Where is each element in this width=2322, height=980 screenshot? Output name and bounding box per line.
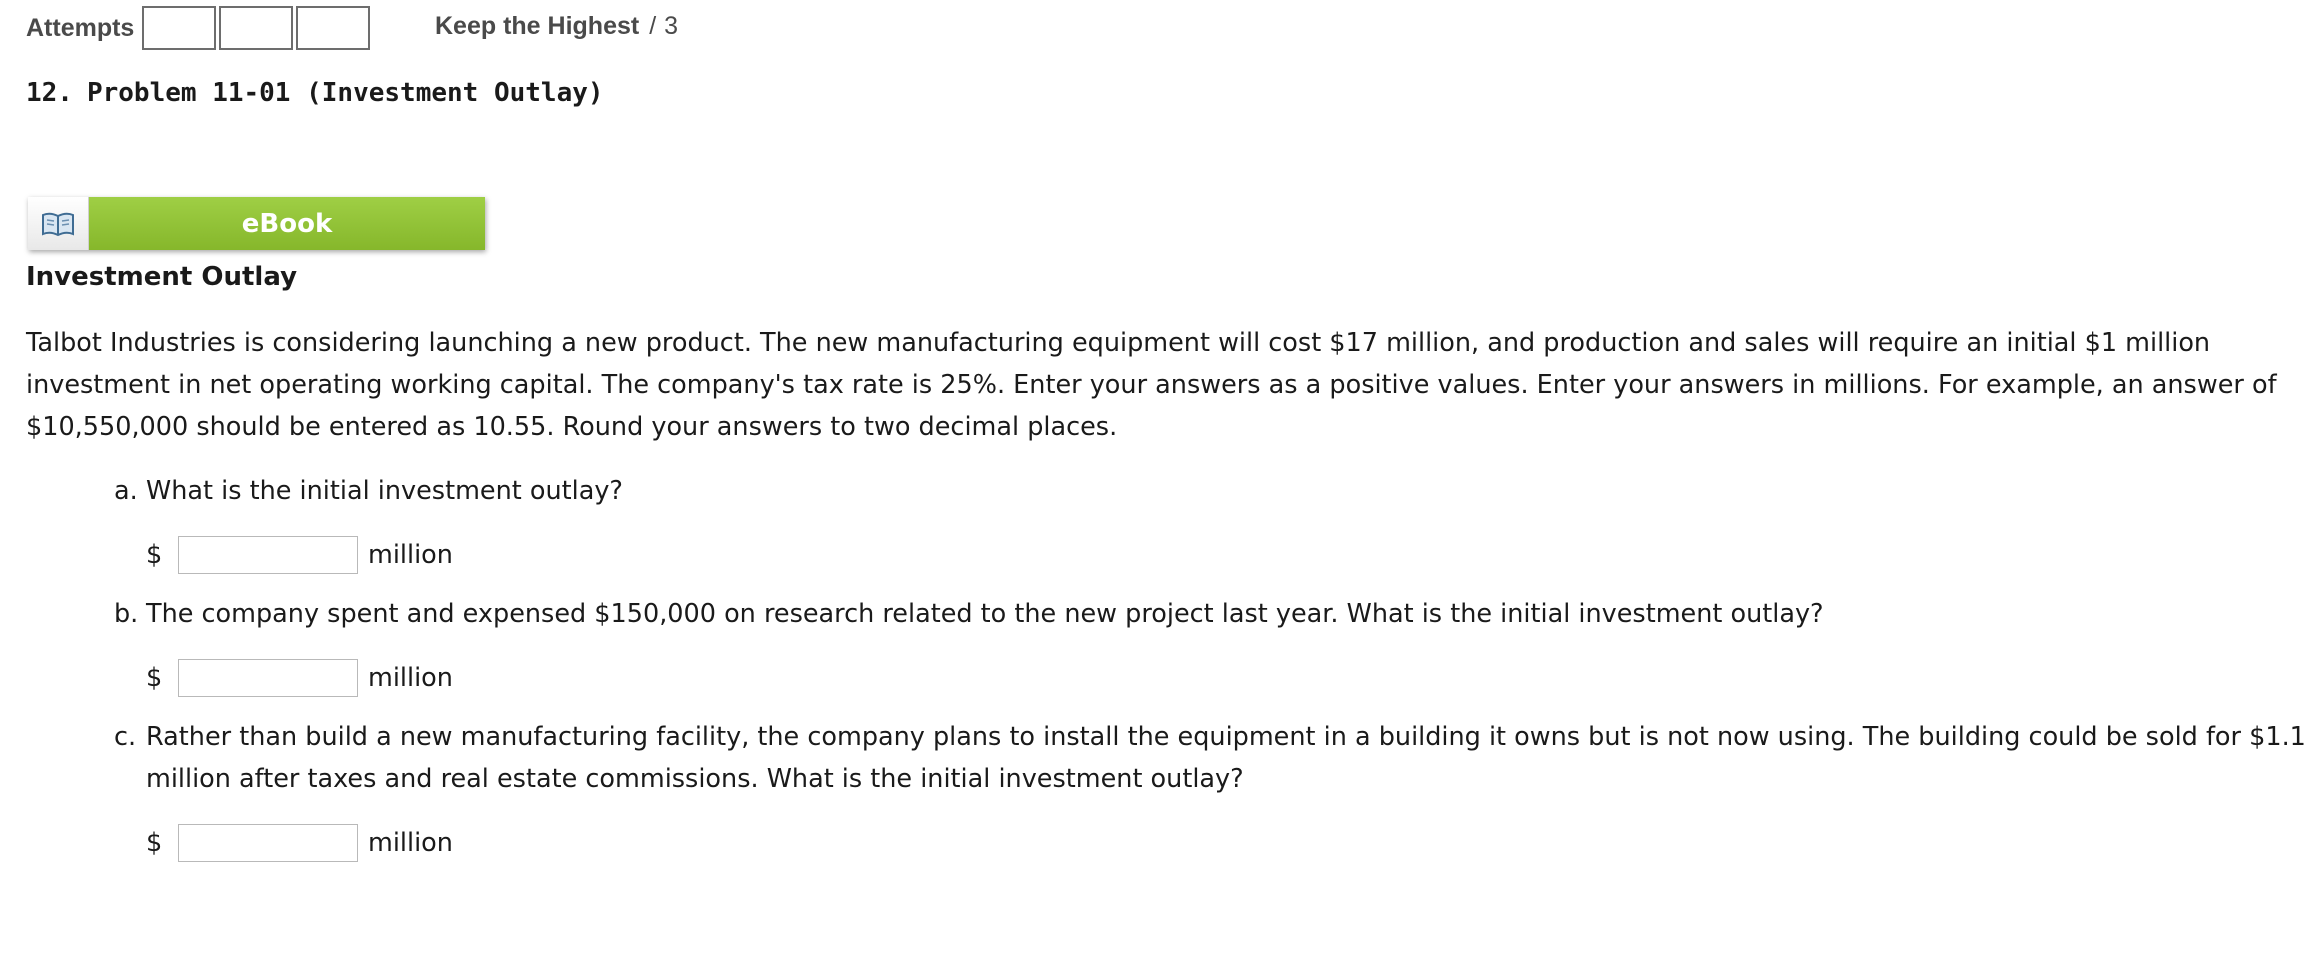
question-text: The company spent and expensed $150,000 …: [146, 599, 1824, 629]
attempts-label: Attempts: [26, 13, 135, 42]
attempt-box-2: [219, 6, 294, 50]
answer-input-b[interactable]: [178, 659, 358, 697]
currency-symbol: $: [146, 663, 163, 693]
keep-highest-indicator: Keep the Highest /3: [435, 12, 678, 41]
attempt-box-1: [142, 6, 217, 50]
question-a: a. What is the initial investment outlay…: [114, 470, 2314, 512]
question-c: c. Rather than build a new manufacturing…: [114, 716, 2314, 800]
problem-number: 12.: [26, 78, 73, 108]
currency-symbol: $: [146, 540, 163, 570]
section-heading: Investment Outlay: [26, 262, 298, 292]
unit-label: million: [368, 663, 453, 693]
keep-highest-label: Keep the Highest: [435, 12, 640, 40]
currency-symbol: $: [146, 828, 163, 858]
answer-input-a[interactable]: [178, 536, 358, 574]
answer-row-b: $ million: [146, 657, 453, 699]
unit-label: million: [368, 540, 453, 570]
question-text: What is the initial investment outlay?: [146, 476, 623, 506]
attempts-row: Attempts: [26, 4, 373, 52]
answer-input-c[interactable]: [178, 824, 358, 862]
open-book-icon: [28, 197, 89, 250]
attempt-box-3: [296, 6, 371, 50]
problem-title: 12. Problem 11-01 (Investment Outlay): [26, 78, 604, 108]
question-text: Rather than build a new manufacturing fa…: [146, 722, 2306, 794]
problem-intro: Talbot Industries is considering launchi…: [26, 328, 2277, 442]
answer-row-a: $ million: [146, 534, 453, 576]
ebook-label: eBook: [89, 197, 485, 250]
question-letter: a.: [114, 476, 138, 506]
question-letter: c.: [114, 722, 137, 752]
question-letter: b.: [114, 599, 139, 629]
problem-title-text: Problem 11-01 (Investment Outlay): [86, 78, 604, 108]
question-b: b. The company spent and expensed $150,0…: [114, 593, 2314, 635]
answer-row-c: $ million: [146, 822, 453, 864]
unit-label: million: [368, 828, 453, 858]
keep-highest-slash: /: [649, 12, 657, 40]
max-attempts: 3: [664, 12, 679, 40]
ebook-button[interactable]: eBook: [28, 197, 485, 250]
